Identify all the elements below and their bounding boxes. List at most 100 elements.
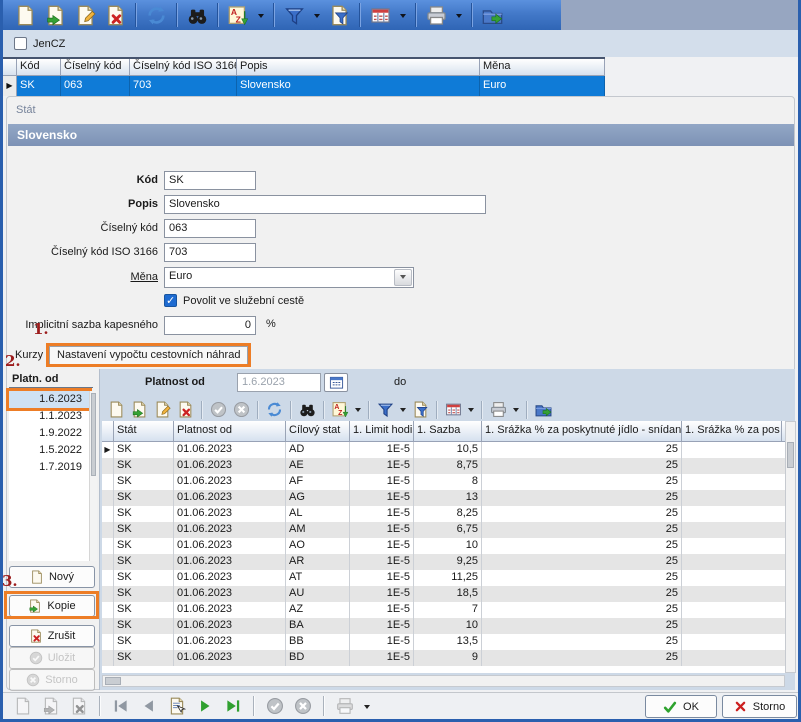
print-button[interactable] bbox=[333, 695, 357, 717]
table-row[interactable]: SK 01.06.2023 AD 1E-5 10,5 25 bbox=[102, 442, 785, 458]
copy-button[interactable] bbox=[129, 399, 150, 420]
column-header-ciselny-kod[interactable]: Číselný kód bbox=[61, 59, 130, 76]
scrollbar-thumb[interactable] bbox=[787, 442, 794, 468]
table-row[interactable]: SK 01.06.2023 BD 1E-5 9 25 bbox=[102, 650, 785, 666]
filter-dropdown[interactable] bbox=[398, 404, 408, 415]
zrusit-button[interactable]: Zrušit bbox=[9, 625, 95, 647]
date-list-item[interactable]: 1.7.2019 bbox=[9, 459, 89, 476]
column-header-kod[interactable]: Kód bbox=[17, 59, 61, 76]
filter-button[interactable] bbox=[375, 399, 396, 420]
print-dropdown[interactable] bbox=[361, 693, 373, 719]
table-row[interactable]: SK 01.06.2023 AZ 1E-5 7 25 bbox=[102, 602, 785, 618]
table-row[interactable]: SK 01.06.2023 AL 1E-5 8,25 25 bbox=[102, 506, 785, 522]
column-header-platnost-od[interactable]: Platnost od bbox=[174, 421, 286, 441]
cell-limit-hodin: 1E-5 bbox=[350, 602, 414, 618]
column-header-srazka-pos[interactable]: 1. Srážka % za pos bbox=[682, 421, 782, 441]
ciselny-kod-field[interactable]: 063 bbox=[164, 219, 256, 238]
platnod-column-header[interactable]: Platn. od bbox=[9, 373, 93, 388]
scrollbar-thumb[interactable] bbox=[91, 393, 96, 476]
refresh-button[interactable] bbox=[264, 399, 285, 420]
column-header-iso[interactable]: Číselný kód ISO 3166 bbox=[130, 59, 237, 76]
table-row[interactable]: SK 01.06.2023 BA 1E-5 10 25 bbox=[102, 618, 785, 634]
kod-field[interactable]: SK bbox=[164, 171, 256, 190]
mena-label[interactable]: Měna bbox=[15, 268, 158, 287]
columns-button[interactable] bbox=[367, 2, 394, 28]
browse-button[interactable] bbox=[165, 695, 189, 717]
print-button[interactable] bbox=[488, 399, 509, 420]
column-header-mena[interactable]: Měna bbox=[480, 59, 605, 76]
column-header-cilovy-stat[interactable]: Cílový stat bbox=[286, 421, 350, 441]
iso-field[interactable]: 703 bbox=[164, 243, 256, 262]
previous-record-button[interactable] bbox=[137, 695, 161, 717]
first-record-button[interactable] bbox=[109, 695, 133, 717]
last-record-button[interactable] bbox=[221, 695, 245, 717]
ok-button[interactable]: OK bbox=[645, 695, 717, 718]
filter-button[interactable] bbox=[281, 2, 308, 28]
new-button[interactable] bbox=[12, 2, 39, 28]
find-button[interactable] bbox=[297, 399, 318, 420]
export-button[interactable] bbox=[533, 399, 554, 420]
filter-dropdown[interactable] bbox=[311, 2, 323, 28]
platnost-od-input[interactable]: 1.6.2023 bbox=[237, 373, 321, 392]
novy-button[interactable]: Nový bbox=[9, 566, 95, 588]
print-button[interactable] bbox=[423, 2, 450, 28]
column-header-srazka-snidane[interactable]: 1. Srážka % za poskytnuté jídlo - snídan… bbox=[482, 421, 682, 441]
date-list-item[interactable]: 1.1.2023 bbox=[9, 408, 89, 425]
tab-nastaveni-nahrad[interactable]: Nastavení vypočtu cestovních náhrad bbox=[49, 346, 248, 364]
column-header-popis[interactable]: Popis bbox=[237, 59, 480, 76]
vertical-scrollbar[interactable] bbox=[785, 421, 796, 673]
sort-az-button[interactable] bbox=[330, 399, 351, 420]
filter-values-button[interactable] bbox=[410, 399, 431, 420]
calendar-button[interactable] bbox=[324, 373, 348, 392]
table-row[interactable]: SK 01.06.2023 AM 1E-5 6,75 25 bbox=[102, 522, 785, 538]
columns-dropdown[interactable] bbox=[466, 404, 476, 415]
table-row[interactable]: SK 01.06.2023 AU 1E-5 18,5 25 bbox=[102, 586, 785, 602]
export-button[interactable] bbox=[479, 2, 506, 28]
kopie-button[interactable]: Kopie bbox=[9, 595, 95, 617]
sort-az-button[interactable] bbox=[225, 2, 252, 28]
copy-button[interactable] bbox=[42, 2, 69, 28]
table-row[interactable]: SK 01.06.2023 AT 1E-5 11,25 25 bbox=[102, 570, 785, 586]
column-header-limit-hodin[interactable]: 1. Limit hodin bbox=[350, 421, 414, 441]
date-list-item[interactable]: 1.9.2022 bbox=[9, 425, 89, 442]
mena-dropdown-button[interactable] bbox=[394, 269, 412, 286]
filter-values-button[interactable] bbox=[326, 2, 353, 28]
table-row[interactable]: SK 01.06.2023 AG 1E-5 13 25 bbox=[102, 490, 785, 506]
povolit-checkbox[interactable] bbox=[164, 294, 177, 307]
columns-dropdown[interactable] bbox=[397, 2, 409, 28]
table-row[interactable]: SK 01.06.2023 BB 1E-5 13,5 25 bbox=[102, 634, 785, 650]
storno-button[interactable]: Storno bbox=[722, 695, 797, 718]
table-row[interactable]: SK 01.06.2023 AF 1E-5 8 25 bbox=[102, 474, 785, 490]
edit-button[interactable] bbox=[72, 2, 99, 28]
edit-button[interactable] bbox=[152, 399, 173, 420]
date-list-item[interactable]: 1.6.2023 bbox=[9, 391, 89, 408]
jencz-checkbox[interactable] bbox=[14, 37, 27, 50]
sort-az-dropdown[interactable] bbox=[255, 2, 267, 28]
date-list-scrollbar[interactable] bbox=[89, 391, 97, 561]
row-marker-cell bbox=[102, 586, 114, 602]
sort-az-dropdown[interactable] bbox=[353, 404, 363, 415]
table-row[interactable]: SK 01.06.2023 AE 1E-5 8,75 25 bbox=[102, 458, 785, 474]
date-list-item[interactable]: 1.5.2022 bbox=[9, 442, 89, 459]
horizontal-scrollbar[interactable] bbox=[102, 675, 785, 687]
table-row[interactable]: SK 01.06.2023 AR 1E-5 9,25 25 bbox=[102, 554, 785, 570]
cell-cilovy-stat: BD bbox=[286, 650, 350, 666]
mena-combobox[interactable]: Euro bbox=[164, 267, 414, 288]
print-dropdown[interactable] bbox=[511, 404, 521, 415]
next-record-button[interactable] bbox=[193, 695, 217, 717]
popis-field[interactable]: Slovensko bbox=[164, 195, 486, 214]
new-button[interactable] bbox=[106, 399, 127, 420]
kapesne-field[interactable]: 0 bbox=[164, 316, 256, 335]
scrollbar-thumb[interactable] bbox=[105, 677, 121, 685]
find-button[interactable] bbox=[184, 2, 211, 28]
annotation-2: 2. bbox=[5, 352, 21, 370]
delete-button[interactable] bbox=[102, 2, 129, 28]
column-header-sazba[interactable]: 1. Sazba bbox=[414, 421, 482, 441]
table-row[interactable]: ▶ SK 063 703 Slovensko Euro bbox=[3, 76, 605, 96]
refresh-button[interactable] bbox=[143, 2, 170, 28]
delete-button[interactable] bbox=[175, 399, 196, 420]
column-header-stat[interactable]: Stát bbox=[114, 421, 174, 441]
print-dropdown[interactable] bbox=[453, 2, 465, 28]
columns-button[interactable] bbox=[443, 399, 464, 420]
table-row[interactable]: SK 01.06.2023 AO 1E-5 10 25 bbox=[102, 538, 785, 554]
